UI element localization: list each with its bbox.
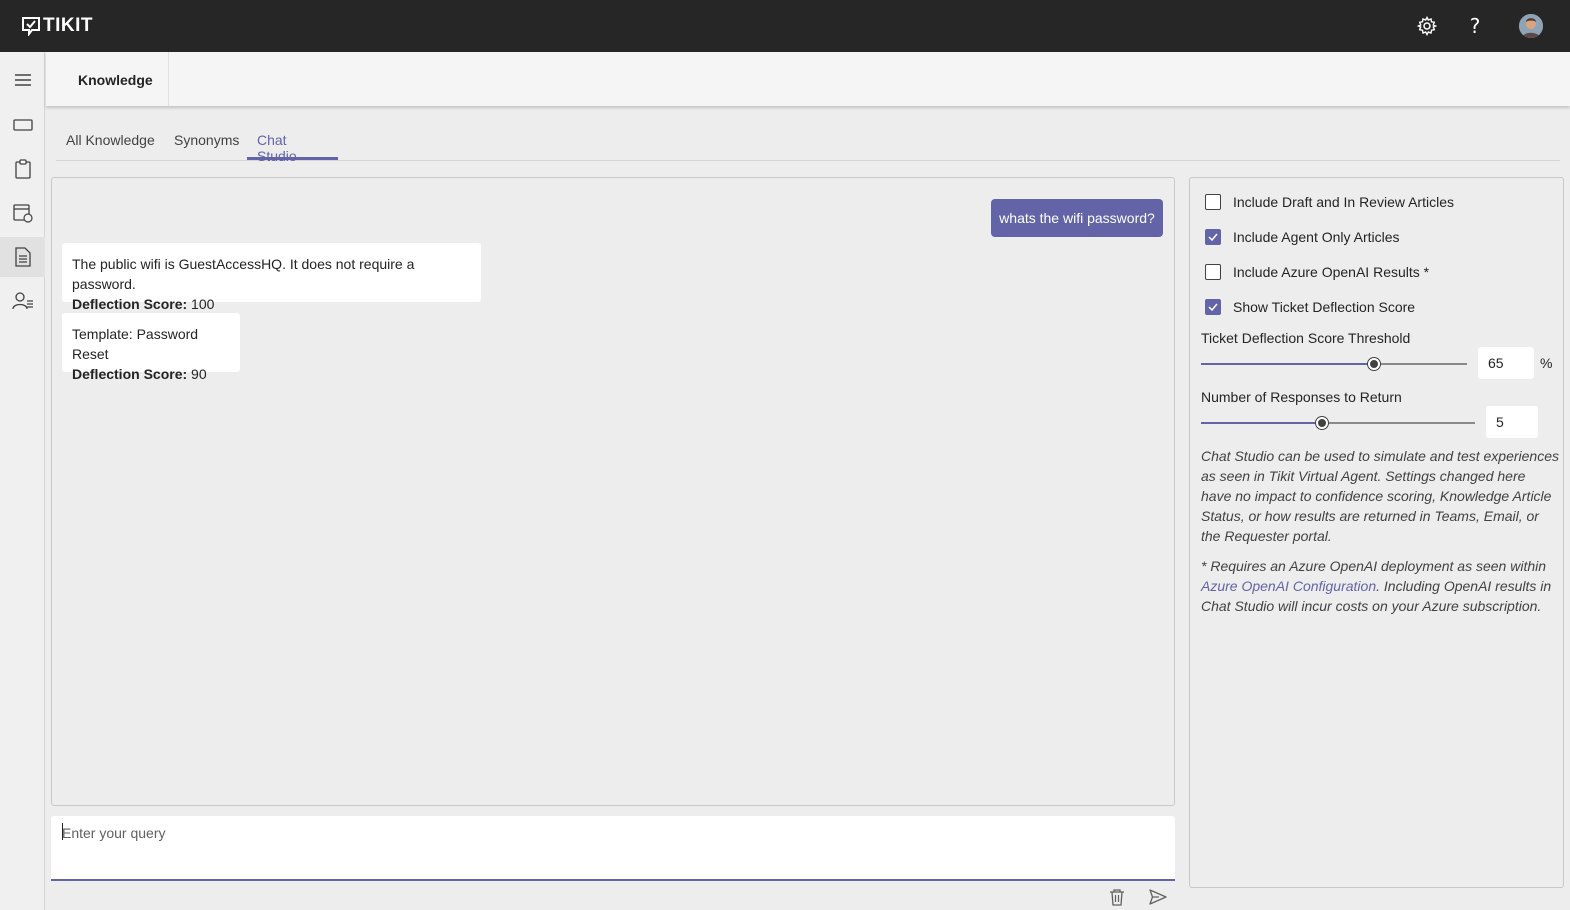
text-caret	[62, 823, 63, 840]
responses-input[interactable]: 5	[1486, 406, 1538, 438]
people-list-icon[interactable]	[0, 281, 45, 321]
include-draft-checkbox-row[interactable]: Include Draft and In Review Articles	[1205, 192, 1454, 212]
query-input[interactable]	[62, 823, 1162, 843]
user-message: whats the wifi password?	[991, 199, 1163, 237]
logo-check-icon	[22, 17, 40, 36]
tab-synonyms[interactable]: Synonyms	[174, 132, 239, 160]
tab-chat-studio[interactable]: Chat Studio	[247, 132, 338, 164]
slider-fill	[1201, 363, 1374, 365]
send-icon[interactable]	[1148, 886, 1168, 908]
threshold-label: Ticket Deflection Score Threshold	[1201, 330, 1411, 346]
checkmark-icon	[1208, 233, 1218, 241]
responses-slider[interactable]	[1201, 417, 1475, 429]
tab-all-knowledge[interactable]: All Knowledge	[66, 132, 155, 160]
bot-response-card: Template: Password Reset Deflection Scor…	[62, 313, 240, 382]
hamburger-menu-icon[interactable]	[0, 60, 45, 100]
checkbox-label: Include Draft and In Review Articles	[1233, 194, 1454, 210]
score-value: 90	[191, 366, 207, 382]
response-text: The public wifi is GuestAccessHQ. It doe…	[72, 256, 415, 292]
response-text: Template: Password Reset	[72, 326, 199, 362]
slider-thumb[interactable]	[1315, 417, 1328, 429]
tab-bar: All Knowledge Synonyms Chat Studio	[56, 130, 1560, 164]
chat-studio-description: Chat Studio can be used to simulate and …	[1201, 448, 1559, 544]
avatar[interactable]	[1519, 14, 1543, 38]
checkbox-label: Include Agent Only Articles	[1233, 229, 1400, 245]
checkmark-icon	[1208, 303, 1218, 311]
score-value: 100	[191, 296, 215, 312]
percent-unit: %	[1540, 355, 1553, 371]
logo-text: TIKIT	[43, 15, 93, 36]
score-label: Deflection Score:	[72, 366, 188, 382]
ticket-icon[interactable]	[0, 105, 45, 145]
score-label: Deflection Score:	[72, 296, 188, 312]
show-deflection-score-checkbox[interactable]	[1205, 299, 1221, 315]
query-box	[51, 816, 1175, 881]
azure-openai-note: * Requires an Azure OpenAI deployment as…	[1201, 556, 1559, 616]
include-agent-only-checkbox-row[interactable]: Include Agent Only Articles	[1205, 227, 1400, 247]
responses-label: Number of Responses to Return	[1201, 389, 1402, 405]
clipboard-icon[interactable]	[0, 149, 45, 189]
page-title: Knowledge	[78, 72, 153, 88]
threshold-input[interactable]: 65	[1478, 347, 1534, 379]
azure-openai-config-link[interactable]: Azure OpenAI Configuration	[1201, 578, 1376, 594]
page-header	[46, 52, 1570, 106]
help-icon[interactable]: ?	[1463, 14, 1487, 38]
gear-icon[interactable]	[1415, 14, 1439, 38]
top-bar	[0, 0, 1570, 52]
header-divider	[168, 52, 169, 106]
tikit-logo[interactable]: TIKIT	[21, 15, 93, 37]
include-azure-openai-checkbox[interactable]	[1205, 264, 1221, 280]
checkbox-label: Show Ticket Deflection Score	[1233, 299, 1416, 315]
slider-fill	[1201, 422, 1322, 424]
include-agent-only-checkbox[interactable]	[1205, 229, 1221, 245]
threshold-slider[interactable]	[1201, 358, 1467, 370]
calendar-list-icon[interactable]	[0, 193, 45, 233]
checkbox-label: Include Azure OpenAI Results *	[1233, 264, 1430, 280]
slider-thumb[interactable]	[1367, 358, 1380, 370]
show-deflection-score-checkbox-row[interactable]: Show Ticket Deflection Score	[1205, 297, 1415, 317]
trash-icon[interactable]	[1107, 886, 1127, 908]
document-icon[interactable]	[0, 237, 45, 277]
note-prefix: * Requires an Azure OpenAI deployment as…	[1201, 558, 1547, 574]
include-azure-openai-checkbox-row[interactable]: Include Azure OpenAI Results *	[1205, 262, 1429, 282]
bot-response-card: The public wifi is GuestAccessHQ. It doe…	[62, 243, 481, 312]
include-draft-checkbox[interactable]	[1205, 194, 1221, 210]
